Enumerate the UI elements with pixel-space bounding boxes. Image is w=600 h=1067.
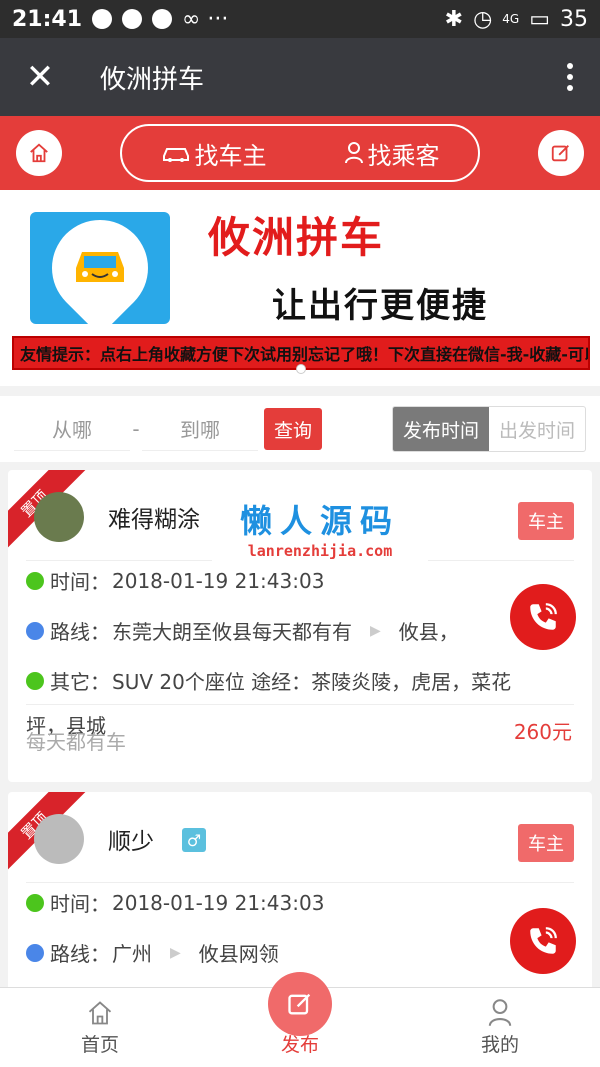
person-icon bbox=[344, 142, 363, 164]
avatar bbox=[34, 492, 84, 542]
publish-button[interactable] bbox=[268, 972, 332, 1036]
watermark: 懒人源码 lanrenzhijia.com bbox=[212, 496, 428, 562]
battery-level: 35 bbox=[560, 6, 588, 32]
close-button[interactable]: ✕ bbox=[0, 57, 80, 97]
route-from: 东莞大朗至攸县每天都有有 bbox=[112, 620, 352, 644]
overlay-text: 每天都有车 bbox=[26, 730, 126, 754]
time-label: 时间： bbox=[50, 892, 110, 916]
role-switch: 找车主 找乘客 bbox=[120, 124, 480, 182]
call-button[interactable] bbox=[510, 908, 576, 974]
sort-toggle: 发布时间 出发时间 bbox=[392, 406, 586, 452]
phone-icon bbox=[530, 603, 557, 630]
chat-icon bbox=[92, 9, 113, 29]
carousel-indicator bbox=[296, 364, 306, 374]
status-bar: 21:41 ∞ ··· ✱ ◷ 4G ▭ 35 bbox=[0, 0, 600, 38]
role-badge: 车主 bbox=[518, 824, 574, 862]
divider bbox=[26, 882, 574, 883]
green-dot-icon bbox=[26, 571, 44, 590]
other-label: 其它： bbox=[50, 670, 110, 694]
car-icon bbox=[162, 148, 189, 162]
price: 260元 bbox=[513, 720, 572, 744]
tab-publish[interactable]: 发布 bbox=[200, 972, 400, 1067]
home-icon bbox=[88, 1001, 112, 1025]
banner-title: 攸洲拼车 bbox=[208, 213, 385, 262]
avatar bbox=[34, 814, 84, 864]
header-bar: 找车主 找乘客 bbox=[0, 116, 600, 190]
other-row: 其它： SUV 20个座位 途经：茶陵炎陵，虎居，菜花 bbox=[26, 666, 511, 695]
role-badge: 车主 bbox=[518, 502, 574, 540]
route-dash: - bbox=[132, 417, 140, 441]
search-filter: 从哪 - 到哪 查询 发布时间 出发时间 bbox=[0, 396, 600, 462]
banner-slogan: 让出行更便捷 bbox=[272, 286, 488, 326]
tab-home-label: 首页 bbox=[80, 1034, 119, 1056]
more-menu-button[interactable] bbox=[540, 63, 600, 91]
time-row: 时间： 2018-01-19 21:43:03 bbox=[26, 888, 324, 917]
time-value: 2018-01-19 21:43:03 bbox=[112, 568, 325, 593]
bottom-tab-bar: 首页 发布 我的 bbox=[0, 972, 600, 1067]
alarm-icon: ◷ bbox=[473, 6, 493, 32]
car-logo-icon bbox=[76, 252, 124, 282]
find-owner-tab[interactable]: 找车主 bbox=[161, 136, 267, 171]
tab-mine-label: 我的 bbox=[480, 1034, 519, 1056]
edit-icon bbox=[551, 145, 569, 162]
status-time: 21:41 bbox=[12, 6, 83, 32]
watermark-title: 懒人源码 bbox=[239, 502, 400, 540]
signal-icon: 4G bbox=[502, 12, 520, 26]
person-icon bbox=[488, 999, 512, 1026]
settings-icon bbox=[122, 9, 143, 29]
route-row: 路线： 东莞大朗至攸县每天都有有 ▶ 攸县， bbox=[26, 616, 459, 645]
blue-dot-icon bbox=[26, 621, 44, 640]
edit-icon bbox=[288, 993, 311, 1015]
call-button[interactable] bbox=[510, 584, 576, 650]
tab-home[interactable]: 首页 bbox=[0, 988, 200, 1067]
arrow-right-icon: ▶ bbox=[370, 622, 381, 639]
blue-dot-icon bbox=[26, 943, 44, 962]
home-button[interactable] bbox=[16, 130, 62, 176]
notification-icons: ∞ ··· bbox=[92, 7, 228, 32]
battery-icon: ▭ bbox=[529, 6, 550, 32]
find-passenger-tab[interactable]: 找乘客 bbox=[344, 136, 440, 171]
green-dot-icon bbox=[26, 671, 44, 690]
time-row: 时间： 2018-01-19 21:43:03 bbox=[26, 566, 324, 595]
time-label: 时间： bbox=[50, 570, 110, 594]
route-label: 路线： bbox=[50, 620, 110, 644]
listing-card[interactable]: 置顶 顺少 ♂ 车主 时间： 2018-01-19 21:43:03 路线： 广… bbox=[8, 792, 592, 992]
divider bbox=[26, 704, 574, 705]
message-icon bbox=[152, 9, 173, 29]
more-notifications-icon: ∞ ··· bbox=[182, 6, 229, 32]
top-navigation-bar: ✕ 攸洲拼车 bbox=[0, 38, 600, 116]
find-owner-label: 找车主 bbox=[194, 141, 267, 170]
route-from: 广州 bbox=[112, 942, 152, 966]
page-title: 攸洲拼车 bbox=[100, 64, 205, 95]
watermark-url: lanrenzhijia.com bbox=[247, 542, 393, 560]
sort-depart-time[interactable]: 出发时间 bbox=[489, 407, 585, 451]
other-value: SUV 20个座位 途经：茶陵炎陵，虎居，菜花 bbox=[112, 670, 512, 694]
to-input[interactable]: 到哪 bbox=[142, 407, 258, 451]
route-to: 攸县网领 bbox=[198, 942, 279, 966]
bluetooth-icon: ✱ bbox=[444, 6, 464, 32]
sort-publish-time[interactable]: 发布时间 bbox=[393, 407, 489, 451]
arrow-right-icon: ▶ bbox=[170, 944, 181, 961]
app-logo bbox=[30, 200, 170, 336]
user-name: 顺少 bbox=[108, 829, 154, 855]
user-name: 难得糊涂 bbox=[108, 507, 200, 533]
male-icon: ♂ bbox=[182, 828, 206, 852]
route-label: 路线： bbox=[50, 942, 110, 966]
query-button[interactable]: 查询 bbox=[264, 408, 322, 450]
home-icon bbox=[30, 143, 48, 163]
tab-mine[interactable]: 我的 bbox=[400, 988, 600, 1067]
find-passenger-label: 找乘客 bbox=[367, 141, 440, 170]
green-dot-icon bbox=[26, 893, 44, 912]
route-row: 路线： 广州 ▶ 攸县网领 bbox=[26, 938, 279, 967]
promo-banner[interactable]: 攸洲拼车 让出行更便捷 友情提示：点右上角收藏方便下次试用别忘记了哦！下次直接在… bbox=[0, 190, 600, 386]
edit-button[interactable] bbox=[538, 130, 584, 176]
phone-icon bbox=[530, 927, 557, 954]
from-input[interactable]: 从哪 bbox=[14, 407, 130, 451]
time-value: 2018-01-19 21:43:03 bbox=[112, 890, 325, 915]
route-to: 攸县， bbox=[398, 620, 459, 644]
